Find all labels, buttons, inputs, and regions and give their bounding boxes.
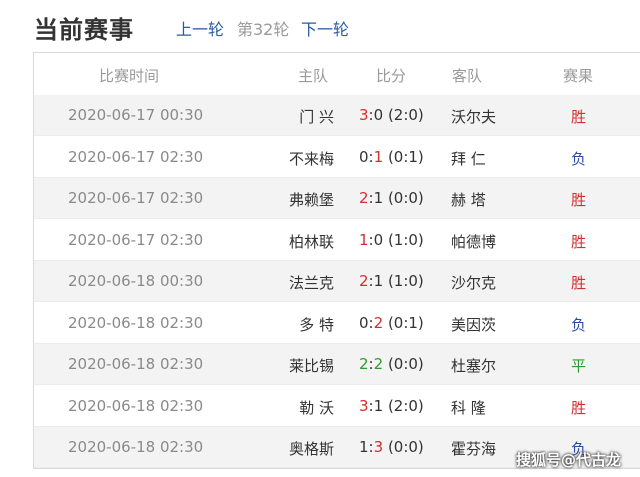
match-result: 胜: [571, 108, 587, 126]
match-result: 胜: [571, 398, 587, 417]
away-team[interactable]: 拜 仁: [451, 148, 486, 169]
prev-round-link[interactable]: 上一轮: [176, 16, 224, 40]
home-team[interactable]: 勒 沃: [299, 397, 334, 418]
home-team[interactable]: 奥格斯: [289, 438, 334, 459]
match-time: 2020-06-17 02:30: [68, 147, 204, 166]
away-team[interactable]: 帕德博: [451, 231, 496, 252]
home-team[interactable]: 莱比锡: [289, 355, 334, 376]
away-goals: 3: [373, 438, 384, 456]
away-goals: 1: [373, 147, 384, 166]
current-round-label: 第32轮: [237, 20, 290, 39]
match-result: 负: [571, 149, 587, 168]
match-score[interactable]: 3:1 (2:0): [359, 397, 424, 415]
column-header-result: 赛果: [563, 67, 594, 85]
away-team[interactable]: 霍芬海: [451, 438, 496, 459]
column-header-away: 客队: [452, 67, 483, 85]
half-time-score: (0:0): [387, 189, 424, 207]
column-header-home: 主队: [298, 67, 329, 85]
away-goals: 1: [373, 272, 384, 290]
match-score[interactable]: 1:0 (1:0): [359, 231, 424, 249]
match-result: 平: [571, 357, 587, 375]
half-time-score: (0:0): [387, 355, 424, 373]
page-header: 当前赛事 上一轮 第32轮 下一轮: [0, 0, 640, 52]
watermark: 搜狐号@代古龙: [516, 451, 622, 469]
home-team[interactable]: 弗赖堡: [289, 189, 334, 210]
half-time-score: (0:0): [387, 438, 424, 456]
away-team[interactable]: 杜塞尔: [451, 355, 496, 376]
table-row[interactable]: 2020-06-17 02:30 弗赖堡 2:1 (0:0) 赫 塔 胜: [34, 178, 640, 219]
match-result: 负: [571, 315, 587, 334]
match-score[interactable]: 2:2 (0:0): [359, 355, 424, 373]
home-goals: 0: [359, 147, 369, 166]
match-time: 2020-06-17 00:30: [68, 106, 204, 124]
home-goals: 3: [359, 396, 369, 415]
half-time-score: (1:0): [387, 230, 424, 249]
table-row[interactable]: 2020-06-17 00:30 门 兴 3:0 (2:0) 沃尔夫 胜: [34, 95, 640, 136]
match-score[interactable]: 1:3 (0:0): [359, 438, 424, 456]
match-time: 2020-06-18 02:30: [68, 396, 204, 415]
away-team[interactable]: 美因茨: [451, 314, 496, 335]
home-goals: 1: [359, 438, 369, 456]
home-team[interactable]: 门 兴: [299, 106, 334, 127]
home-goals: 0: [359, 313, 369, 332]
match-score[interactable]: 0:2 (0:1): [359, 314, 424, 332]
match-time: 2020-06-18 00:30: [68, 272, 204, 290]
home-team[interactable]: 柏林联: [289, 231, 334, 252]
match-time: 2020-06-17 02:30: [68, 230, 204, 249]
away-goals: 1: [373, 396, 384, 415]
match-time: 2020-06-17 02:30: [68, 189, 204, 207]
home-goals: 2: [359, 355, 369, 373]
away-goals: 0: [373, 106, 384, 124]
away-team[interactable]: 科 隆: [451, 397, 486, 418]
away-team[interactable]: 沙尔克: [451, 272, 496, 293]
match-score[interactable]: 3:0 (2:0): [359, 106, 424, 124]
match-score[interactable]: 2:1 (1:0): [359, 272, 424, 290]
match-table: 比赛时间 主队 比分 客队 赛果 2020-06-17 00:30 门 兴 3:0 …: [33, 52, 640, 469]
half-time-score: (0:1): [387, 313, 424, 332]
page-title: 当前赛事: [34, 16, 134, 44]
column-header-time: 比赛时间: [99, 67, 160, 85]
away-team[interactable]: 赫 塔: [451, 189, 486, 210]
half-time-score: (2:0): [387, 396, 424, 415]
table-row[interactable]: 2020-06-18 00:30 法兰克 2:1 (1:0) 沙尔克 胜: [34, 261, 640, 302]
half-time-score: (2:0): [387, 106, 424, 124]
home-team[interactable]: 多 特: [299, 314, 334, 335]
half-time-score: (0:1): [387, 147, 424, 166]
away-goals: 1: [373, 189, 384, 207]
home-goals: 2: [359, 272, 369, 290]
home-goals: 3: [359, 106, 369, 124]
match-result: 胜: [571, 232, 587, 251]
table-row[interactable]: 2020-06-18 02:30 勒 沃 3:1 (2:0) 科 隆 胜: [34, 386, 640, 427]
match-result: 胜: [571, 191, 587, 209]
match-score[interactable]: 2:1 (0:0): [359, 189, 424, 207]
away-team[interactable]: 沃尔夫: [451, 106, 496, 127]
match-time: 2020-06-18 02:30: [68, 313, 204, 332]
away-goals: 2: [373, 313, 384, 332]
home-team[interactable]: 法兰克: [289, 272, 334, 293]
column-header-score: 比分: [376, 67, 407, 85]
match-time: 2020-06-18 02:30: [68, 355, 204, 373]
match-result: 胜: [571, 274, 587, 292]
table-row[interactable]: 2020-06-18 02:30 多 特 0:2 (0:1) 美因茨 负: [34, 303, 640, 344]
next-round-link[interactable]: 下一轮: [301, 16, 349, 40]
table-row[interactable]: 2020-06-17 02:30 柏林联 1:0 (1:0) 帕德博 胜: [34, 220, 640, 261]
home-goals: 1: [359, 230, 369, 249]
match-time: 2020-06-18 02:30: [68, 438, 204, 456]
away-goals: 0: [373, 230, 384, 249]
table-row[interactable]: 2020-06-17 02:30 不来梅 0:1 (0:1) 拜 仁 负: [34, 137, 640, 178]
table-row[interactable]: 2020-06-18 02:30 莱比锡 2:2 (0:0) 杜塞尔 平: [34, 344, 640, 385]
home-goals: 2: [359, 189, 369, 207]
half-time-score: (1:0): [387, 272, 424, 290]
home-team[interactable]: 不来梅: [289, 148, 334, 169]
away-goals: 2: [373, 355, 384, 373]
table-header: 比赛时间 主队 比分 客队 赛果: [34, 53, 640, 96]
match-score[interactable]: 0:1 (0:1): [359, 148, 424, 166]
